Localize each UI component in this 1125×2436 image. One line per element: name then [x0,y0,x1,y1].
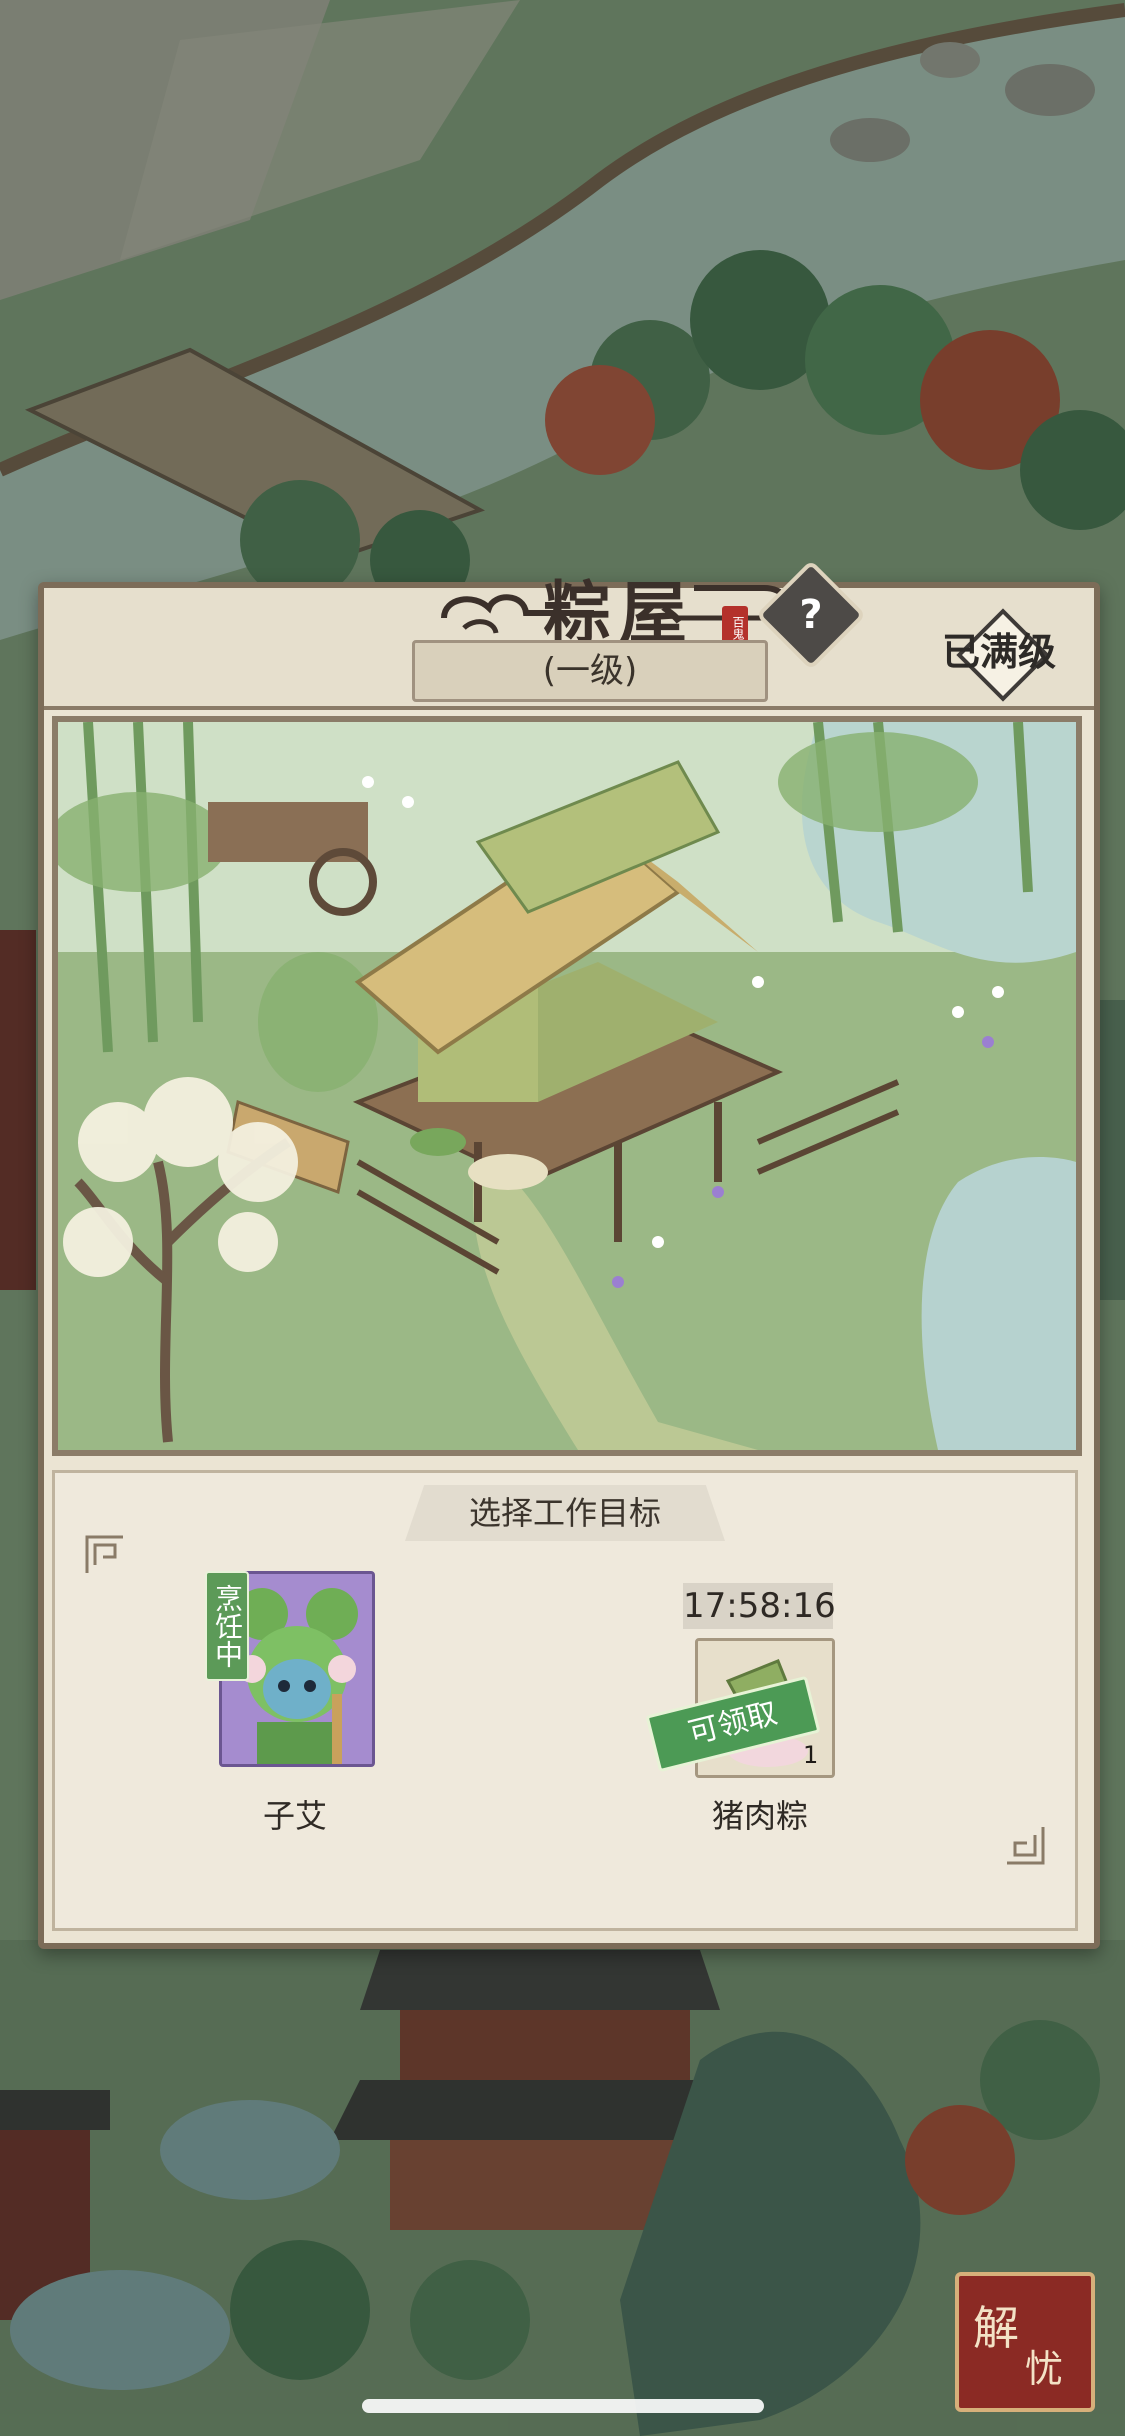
product-count: 1 [803,1741,819,1769]
zongwu-scene-image [58,722,1076,1450]
jieyou-seal-button[interactable]: 解 忧 [955,2272,1095,2412]
max-level-text: 已满级 [941,630,1056,674]
cooking-status-badge: 烹饪中 [205,1571,249,1681]
building-level-label: (一级) [412,640,768,702]
building-illustration [52,716,1082,1456]
jieyou-char-1: 解 [973,2301,1019,2355]
jieyou-char-2: 忧 [1025,2347,1064,2391]
corner-ornament-icon [85,1535,123,1573]
home-indicator[interactable] [362,2399,764,2413]
work-target-header: 选择工作目标 [405,1485,725,1541]
worker-name: 子艾 [262,1797,327,1835]
max-level-badge: 已满级 [924,608,1074,702]
corner-ornament-icon [1007,1827,1045,1865]
product-name: 猪肉粽 [711,1797,808,1835]
work-target-section: 选择工作目标 烹饪中 子艾 17:58:16 可领取 1 猪肉粽 [52,1470,1078,1931]
building-panel: 粽屋 百鬼 ? (一级) 已满级 选择工作目标 烹饪中 子艾 17:58:16 … [38,559,1100,1949]
product-timer: 17:58:16 [683,1583,836,1629]
worker-card[interactable]: 烹饪中 [205,1571,375,1781]
question-icon: ? [799,592,823,638]
